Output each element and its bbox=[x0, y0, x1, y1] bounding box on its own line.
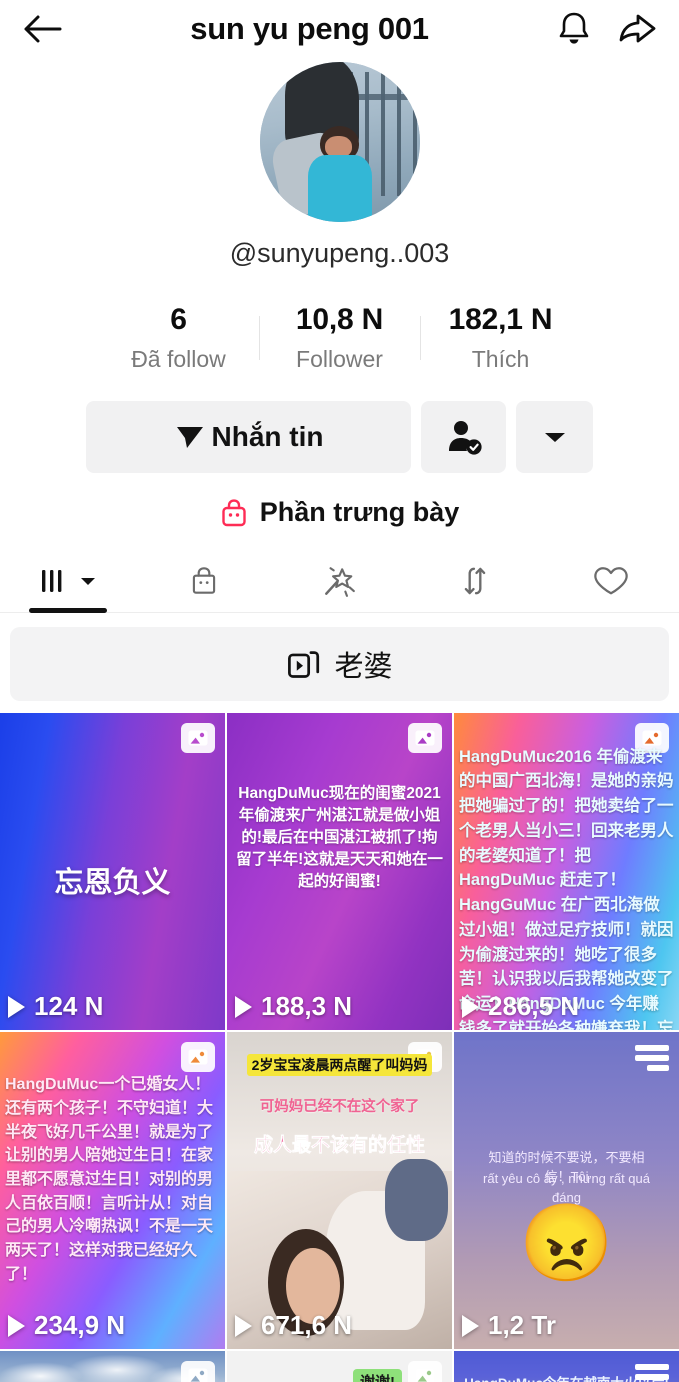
view-count-value: 124 N bbox=[34, 991, 104, 1021]
photo-icon bbox=[181, 723, 215, 753]
photo-icon bbox=[181, 1361, 215, 1382]
profile-stats: 6 Đã follow 10,8 N Follower 182,1 N Thíc… bbox=[0, 303, 679, 373]
tab-liked[interactable] bbox=[543, 550, 679, 612]
photo-icon bbox=[408, 1361, 442, 1382]
playlist-row: 老婆 bbox=[0, 613, 679, 713]
video-cell[interactable]: HangDuMuc2016 年偷渡来的中国广西北海！是她的亲妈把她骗过了的！把她… bbox=[454, 713, 679, 1030]
view-count-value: 234,9 N bbox=[34, 1310, 126, 1340]
video-cell[interactable] bbox=[0, 1351, 225, 1382]
shopping-bag-icon bbox=[222, 498, 246, 526]
view-count-value: 1,2 Tr bbox=[488, 1310, 556, 1340]
arrow-left-icon bbox=[24, 15, 62, 43]
video-cell[interactable]: HangDuMuc一个已婚女人！还有两个孩子！不守妇道！大半夜飞好几千公里！就是… bbox=[0, 1032, 225, 1349]
play-icon bbox=[235, 1314, 252, 1337]
photo-icon bbox=[181, 1042, 215, 1072]
video-cell[interactable]: HangDuMuc现在的闺蜜2021年偷渡来广州湛江就是做小姐的!最后在中国湛江… bbox=[227, 713, 452, 1030]
video-overlay-text: HangDuMuc一个已婚女人！还有两个孩子！不守妇道！大半夜飞好几千公里！就是… bbox=[5, 1076, 214, 1283]
following-status-button[interactable] bbox=[421, 401, 506, 473]
stat-following[interactable]: 6 Đã follow bbox=[99, 303, 259, 373]
stat-likes[interactable]: 182,1 N Thích bbox=[421, 303, 581, 373]
avatar-container bbox=[0, 62, 679, 222]
caption-mid-wrap: 可妈妈已经不在这个家了 bbox=[227, 1095, 452, 1116]
header-actions bbox=[545, 10, 657, 48]
tiktok-profile-screen: sun yu peng 001 @sunyupeng..003 6 Đã fol… bbox=[0, 0, 679, 1382]
avatar[interactable] bbox=[259, 62, 420, 222]
stat-label: Đã follow bbox=[131, 346, 226, 372]
video-cell[interactable]: 知道的时候不要说，不要相信！Tôi rất yêu cô ấy , nhưng … bbox=[454, 1032, 679, 1349]
send-plane-icon bbox=[176, 427, 203, 448]
stat-value: 10,8 N bbox=[295, 303, 384, 336]
play-icon bbox=[235, 995, 252, 1018]
view-count: 286,5 N bbox=[462, 991, 579, 1022]
photo-icon bbox=[408, 723, 442, 753]
chevron-down-icon bbox=[80, 578, 95, 585]
tab-videos[interactable] bbox=[0, 550, 136, 612]
showcase-link[interactable]: Phần trưng bày bbox=[0, 497, 679, 528]
tab-effects[interactable] bbox=[272, 550, 408, 612]
stat-label: Follower bbox=[296, 346, 383, 372]
app-header: sun yu peng 001 bbox=[0, 0, 679, 58]
adult-arm bbox=[384, 1158, 448, 1242]
stat-value: 182,1 N bbox=[448, 303, 553, 336]
showcase-label: Phần trưng bày bbox=[259, 497, 460, 527]
video-cell[interactable]: 忘恩负义 124 N bbox=[0, 713, 225, 1030]
caption-top: 2岁宝宝凌晨两点醒了叫妈妈 bbox=[246, 1054, 433, 1077]
caption-big: 成人最不该有的任性 bbox=[253, 1135, 426, 1157]
video-cell[interactable]: HangDuMuc今年在越南大火以后! bbox=[454, 1351, 679, 1382]
repost-arrows-icon bbox=[464, 567, 486, 595]
view-count: 188,3 N bbox=[235, 991, 352, 1022]
grid-videos-icon bbox=[41, 570, 62, 592]
message-button-label: Nhắn tin bbox=[211, 421, 324, 452]
bell-icon bbox=[559, 12, 589, 44]
avatar-child-body bbox=[307, 154, 372, 222]
caption-mid: 可妈妈已经不在这个家了 bbox=[259, 1099, 420, 1116]
back-button[interactable] bbox=[22, 6, 74, 52]
profile-actions: Nhắn tin bbox=[0, 401, 679, 473]
stat-value: 6 bbox=[170, 303, 187, 336]
more-options-button[interactable] bbox=[516, 401, 593, 473]
video-overlay-text: HangDuMuc现在的闺蜜2021年偷渡来广州湛江就是做小姐的!最后在中国湛江… bbox=[236, 784, 443, 890]
playlist-lines-icon bbox=[633, 1361, 669, 1382]
message-button[interactable]: Nhắn tin bbox=[86, 401, 411, 473]
tab-reposts[interactable] bbox=[407, 550, 543, 612]
username: @sunyupeng..003 bbox=[229, 238, 450, 268]
shopping-bag-icon bbox=[192, 567, 215, 594]
tab-shop[interactable] bbox=[136, 550, 272, 612]
magic-wand-effects-icon bbox=[325, 567, 356, 597]
view-count-value: 286,5 N bbox=[488, 991, 580, 1021]
person-check-icon bbox=[448, 421, 482, 455]
page-title: sun yu peng 001 bbox=[190, 11, 429, 46]
video-overlay-text: HangDuMuc2016 年偷渡来的中国广西北海！是她的亲妈把她骗过了的！把她… bbox=[459, 747, 674, 1030]
caption-top-wrap: 2岁宝宝凌晨两点醒了叫妈妈 bbox=[227, 1054, 452, 1077]
playlist-lines-icon bbox=[633, 1042, 669, 1074]
share-arrow-icon bbox=[619, 14, 656, 43]
stat-followers[interactable]: 10,8 N Follower bbox=[260, 303, 420, 373]
playlist-icon bbox=[288, 651, 320, 678]
video-cell[interactable]: 2岁宝宝凌晨两点醒了叫妈妈 可妈妈已经不在这个家了 成人最不该有的任性 671,… bbox=[227, 1032, 452, 1349]
video-title: 忘恩负义 bbox=[54, 866, 171, 899]
play-icon bbox=[8, 995, 25, 1018]
play-icon bbox=[462, 1314, 479, 1337]
view-count-value: 671,6 N bbox=[261, 1310, 353, 1340]
video-cell[interactable]: 谢谢! bbox=[227, 1351, 452, 1382]
view-count-value: 188,3 N bbox=[261, 991, 353, 1021]
playlist-label: 老婆 bbox=[334, 651, 393, 683]
view-count: 1,2 Tr bbox=[462, 1310, 556, 1341]
thanks-caption: 谢谢! bbox=[353, 1369, 402, 1382]
play-icon bbox=[8, 1314, 25, 1337]
view-count: 671,6 N bbox=[235, 1310, 352, 1341]
heart-icon bbox=[594, 567, 628, 595]
view-count: 124 N bbox=[8, 991, 103, 1022]
profile-tabs bbox=[0, 550, 679, 613]
chevron-down-icon bbox=[544, 433, 565, 442]
view-count: 234,9 N bbox=[8, 1310, 125, 1341]
notifications-button[interactable] bbox=[557, 10, 591, 48]
playlist-chip[interactable]: 老婆 bbox=[10, 627, 669, 701]
play-icon bbox=[462, 995, 479, 1018]
share-button[interactable] bbox=[617, 11, 657, 47]
angry-emoji: 😠 bbox=[519, 1201, 614, 1287]
caption-big-wrap: 成人最不该有的任性 bbox=[227, 1130, 452, 1157]
video-grid: 忘恩负义 124 N HangDuMuc现在的闺蜜2021年偷渡来广州湛江就是做… bbox=[0, 713, 679, 1382]
stat-label: Thích bbox=[471, 346, 530, 372]
